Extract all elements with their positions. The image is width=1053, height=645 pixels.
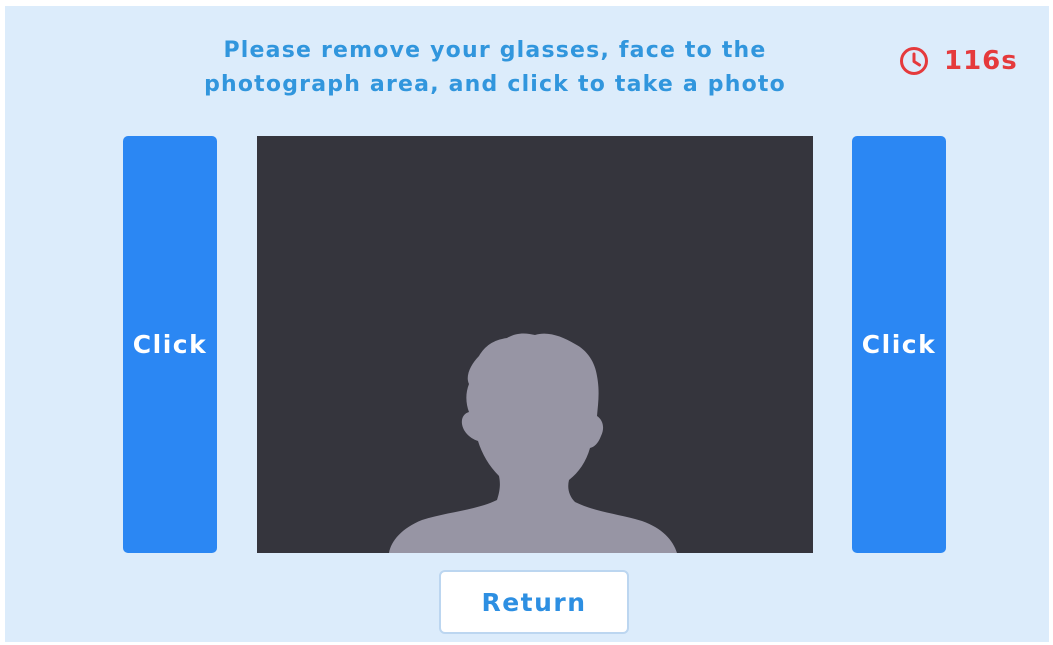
return-label: Return [481,587,587,617]
instruction-text: Please remove your glasses, face to the … [155,34,835,102]
camera-preview-area [257,136,813,553]
photo-capture-screen: Please remove your glasses, face to the … [5,6,1049,642]
right-click-label: Click [861,330,937,359]
right-click-button[interactable]: Click [852,136,946,553]
left-click-button[interactable]: Click [123,136,217,553]
instruction-line-2: photograph area, and click to take a pho… [204,72,786,97]
left-click-label: Click [132,330,208,359]
countdown-timer: 116s [898,44,1018,78]
clock-icon [898,45,930,77]
return-button[interactable]: Return [439,570,629,634]
instruction-line-1: Please remove your glasses, face to the [223,38,767,63]
timer-value: 116s [944,46,1018,76]
person-silhouette-icon [389,333,677,553]
